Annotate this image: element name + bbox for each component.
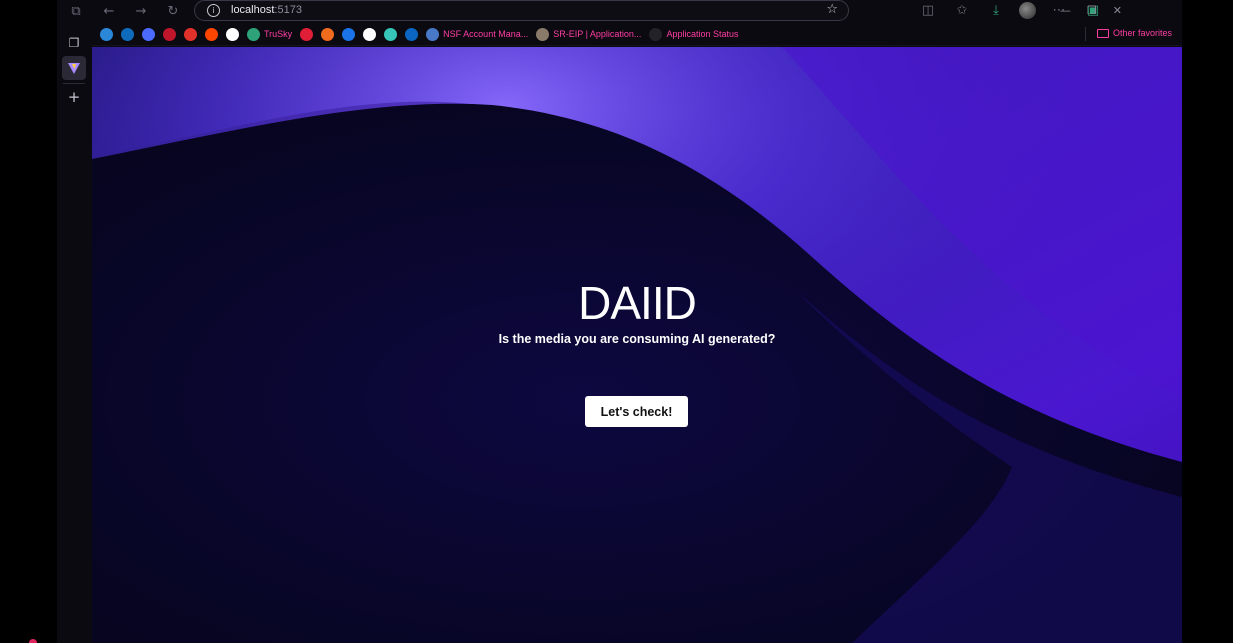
nsf-icon <box>426 27 440 41</box>
bookmark-item[interactable] <box>142 27 155 41</box>
person-ring-icon <box>384 27 398 41</box>
bookmark-item[interactable]: SR-EIP | Application... <box>536 27 642 41</box>
url-port: :5173 <box>274 4 302 16</box>
site-info-icon[interactable]: i <box>207 4 220 17</box>
forward-icon[interactable]: → <box>130 0 152 22</box>
bookmark-item[interactable] <box>121 27 134 41</box>
split-screen-icon[interactable]: ◫ <box>917 0 939 22</box>
figure-icon <box>536 27 550 41</box>
minimize-icon[interactable]: — <box>1060 4 1071 17</box>
dark-square-icon <box>649 27 663 41</box>
orange-circle-icon <box>321 27 335 41</box>
hero-section: DAIID Is the media you are consuming AI … <box>92 47 1182 643</box>
bookmark-item[interactable] <box>342 27 356 41</box>
reddit-icon <box>205 27 218 41</box>
vite-tab-icon[interactable] <box>62 56 86 80</box>
bookmark-item[interactable] <box>163 27 176 41</box>
other-favorites[interactable]: Other favorites <box>1096 28 1172 38</box>
bookmark-item[interactable] <box>205 27 218 41</box>
bookmark-item[interactable] <box>384 27 398 41</box>
rail-divider <box>63 83 85 84</box>
outlook-icon <box>121 27 134 41</box>
page-viewport: DAIID Is the media you are consuming AI … <box>92 47 1182 643</box>
bookmark-item[interactable] <box>405 27 419 41</box>
bookmark-item[interactable] <box>321 27 335 41</box>
linkedin-icon <box>405 27 419 41</box>
bookmark-item[interactable] <box>300 27 314 41</box>
other-favorites-label: Other favorites <box>1112 28 1172 38</box>
window-controls: — ❐ ✕ <box>1060 0 1122 21</box>
bookmark-item[interactable] <box>100 27 113 41</box>
asterisk-icon <box>184 27 197 41</box>
close-icon[interactable]: ✕ <box>1113 4 1122 17</box>
globe-icon <box>247 27 260 41</box>
bookmark-item[interactable] <box>184 27 197 41</box>
bookmark-label: NSF Account Mana... <box>443 29 529 39</box>
bookmark-item[interactable] <box>226 27 239 41</box>
refresh-icon[interactable]: ↻ <box>162 0 184 22</box>
new-tab-icon[interactable]: + <box>62 85 86 109</box>
recording-indicator <box>29 639 37 643</box>
w-circle-icon <box>363 27 377 41</box>
url-host: localhost <box>231 4 275 16</box>
bookmark-item[interactable] <box>363 27 377 41</box>
bookmark-label: Application Status <box>666 29 739 39</box>
back-icon[interactable]: ← <box>98 0 120 22</box>
workspaces-icon[interactable]: ⧉ <box>65 0 87 22</box>
bookmarks-divider <box>1085 27 1086 41</box>
screen: ⧉ ← → ↻ i localhost:5173 ☆ ◫ ✩ ⤓ ⋯ ▣ — ❐… <box>0 0 1233 643</box>
bookmark-item[interactable]: NSF Account Mana... <box>426 27 529 41</box>
bookmark-item[interactable]: TruSky <box>247 27 293 41</box>
restore-icon[interactable]: ❐ <box>1087 4 1097 17</box>
downloads-icon[interactable]: ⤓ <box>985 0 1007 22</box>
bookmarks-bar: TruSky NSF Account Mana... SR-EIP | Applic… <box>92 23 1182 46</box>
bookmark-item[interactable]: Application Status <box>649 27 739 41</box>
folder-icon <box>1096 28 1109 38</box>
github-icon <box>226 27 239 41</box>
address-bar[interactable]: i localhost:5173 ☆ <box>194 0 849 21</box>
red-circle-icon <box>300 27 314 41</box>
browser-titlebar: ⧉ ← → ↻ i localhost:5173 ☆ ◫ ✩ ⤓ ⋯ ▣ — ❐… <box>57 0 1182 23</box>
favorite-star-icon[interactable]: ☆ <box>826 2 838 17</box>
lets-check-button[interactable]: Let's check! <box>585 396 688 427</box>
favorites-icon[interactable]: ✩ <box>951 0 973 22</box>
page-title: DAIID <box>578 277 697 329</box>
play-icon <box>142 27 155 41</box>
bookmark-label: TruSky <box>264 29 293 39</box>
tab-actions-icon[interactable]: ❐ <box>62 31 86 55</box>
vite-logo-icon <box>68 63 80 74</box>
vertical-tab-rail: ❐ + <box>57 23 91 643</box>
ou-logo-icon <box>163 27 176 41</box>
address-url[interactable]: localhost:5173 <box>231 4 302 16</box>
bookmark-label: SR-EIP | Application... <box>553 29 642 39</box>
profile-avatar[interactable] <box>1019 2 1036 19</box>
g-square-icon <box>342 27 356 41</box>
onedrive-icon <box>100 27 113 41</box>
page-subtitle: Is the media you are consuming AI genera… <box>498 332 776 346</box>
